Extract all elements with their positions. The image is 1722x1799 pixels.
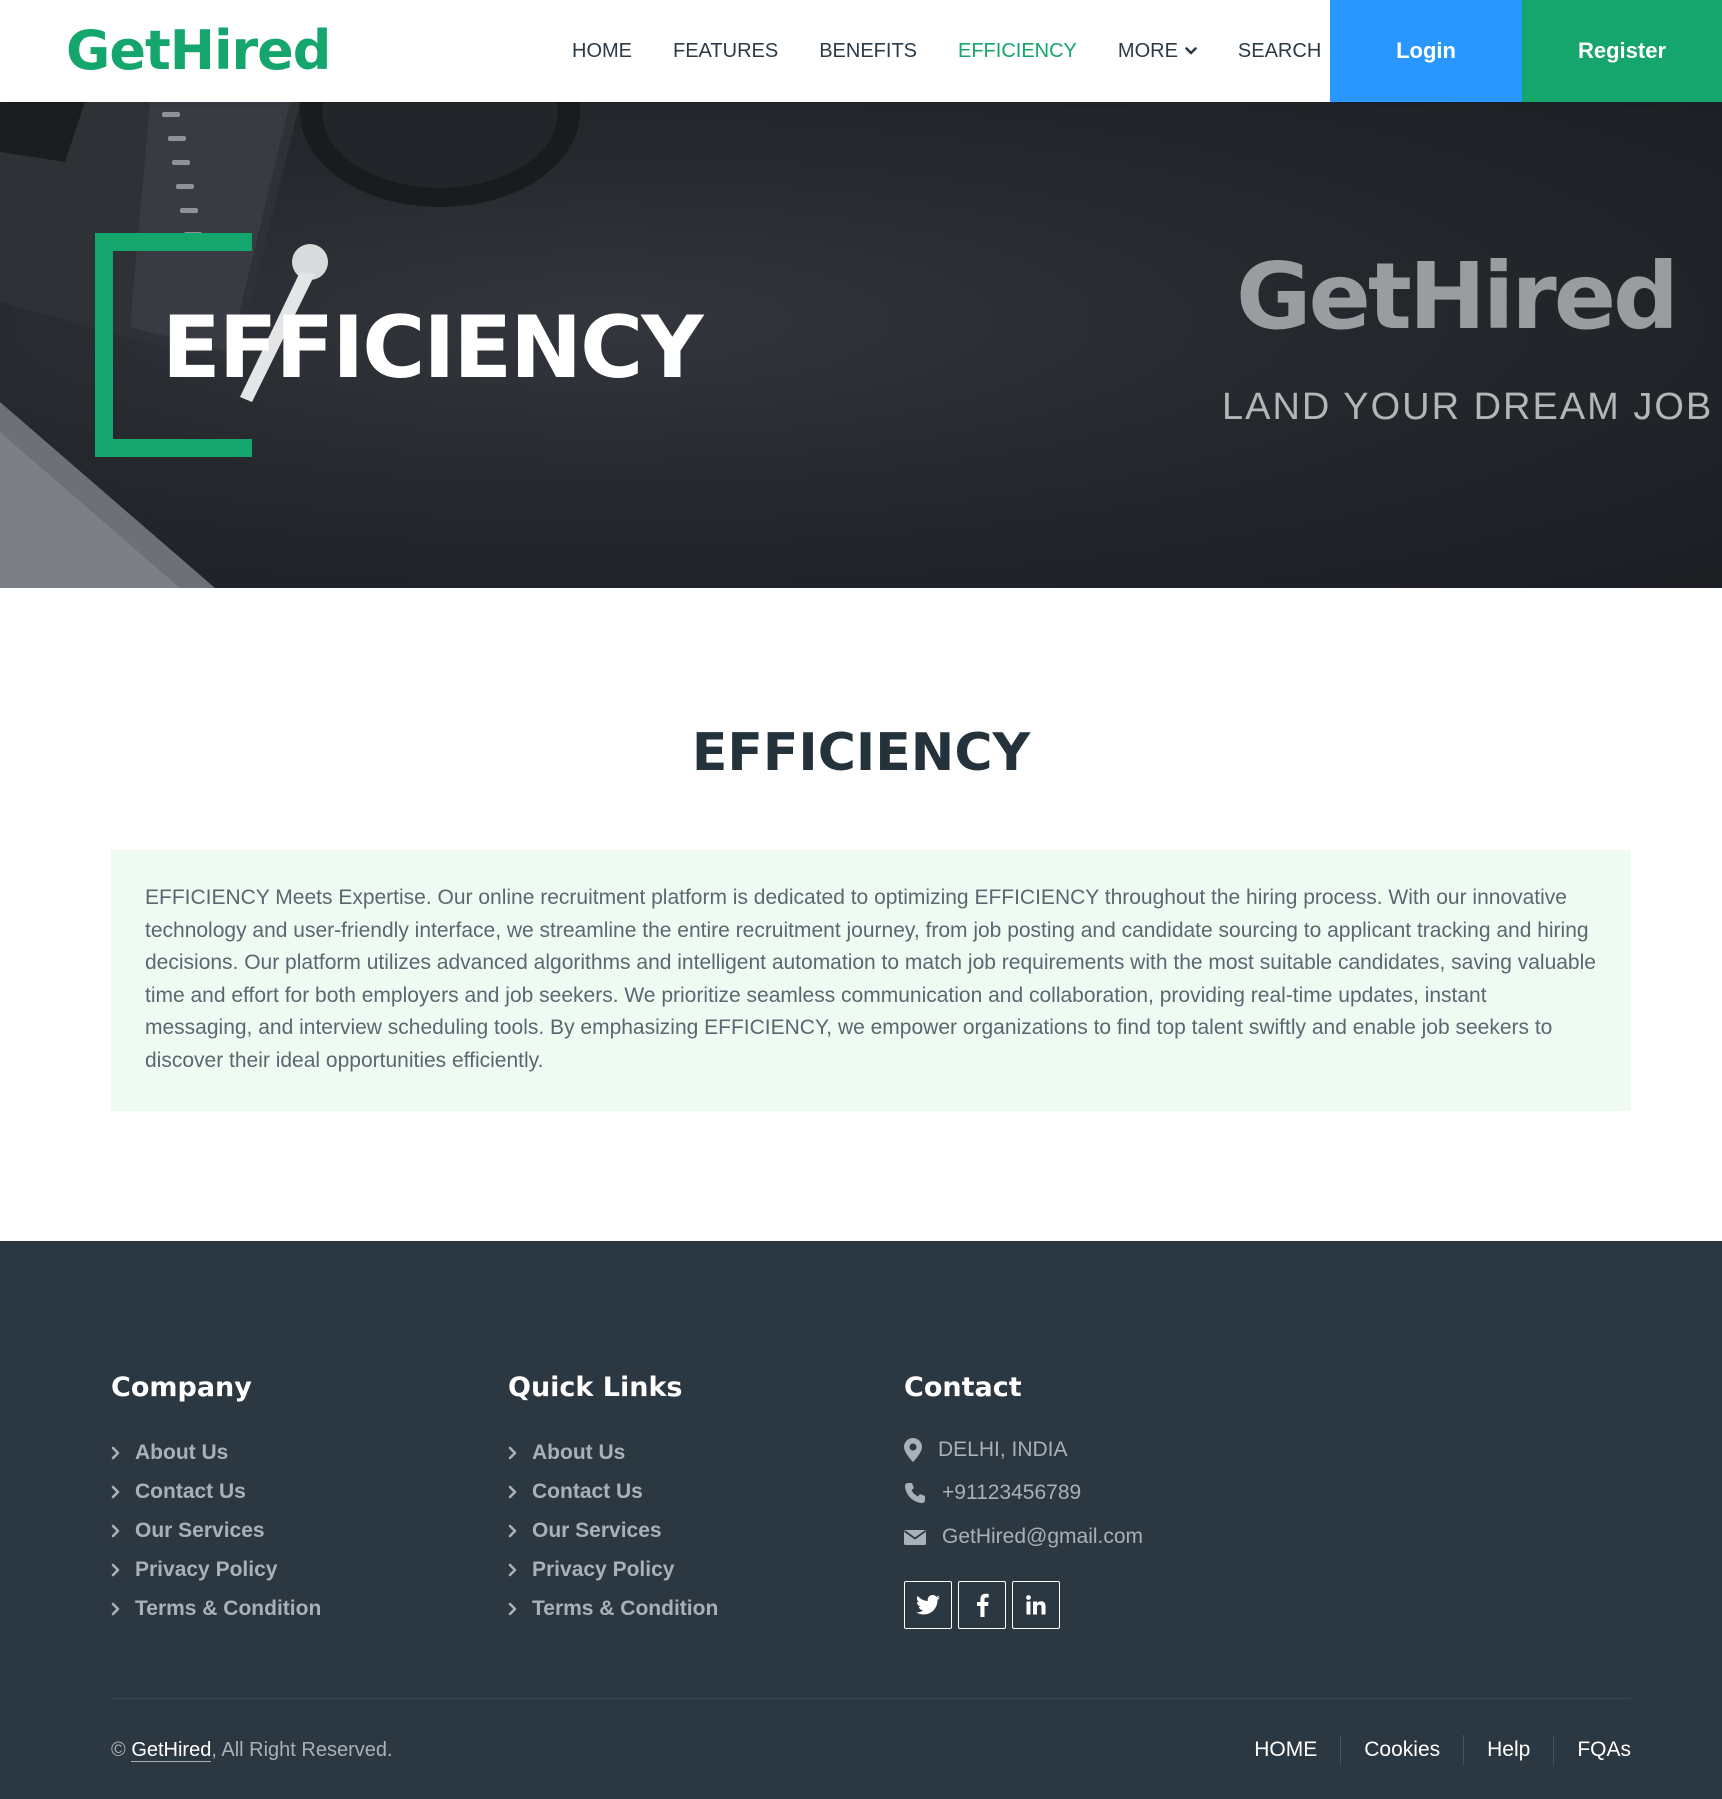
copyright-brand-link[interactable]: GetHired	[131, 1739, 212, 1762]
hero-banner: EFFICIENCY GetHired LAND YOUR DREAM JOB	[0, 102, 1722, 588]
linkedin-icon	[1026, 1595, 1046, 1615]
footer-company-link-privacy[interactable]: Privacy Policy	[111, 1550, 321, 1589]
link-label: Privacy Policy	[135, 1557, 278, 1581]
chevron-right-icon	[508, 1446, 517, 1459]
contact-phone-text[interactable]: +91123456789	[942, 1481, 1081, 1505]
footer-quick-links: About Us Contact Us Our Services Privacy…	[508, 1433, 718, 1628]
chevron-right-icon	[111, 1485, 120, 1498]
contact-phone: +91123456789	[904, 1481, 1081, 1505]
nav-features-label: FEATURES	[673, 39, 779, 62]
footer: Company About Us Contact Us Our Services…	[0, 1241, 1722, 1799]
chevron-right-icon	[508, 1563, 517, 1576]
login-button[interactable]: Login	[1330, 0, 1522, 102]
nav-benefits[interactable]: BENEFITS	[819, 40, 917, 63]
facebook-button[interactable]	[958, 1581, 1006, 1629]
main-nav: HOME FEATURES BENEFITS EFFICIENCY MORE S…	[572, 0, 1362, 102]
footer-quick-link-contact[interactable]: Contact Us	[508, 1472, 718, 1511]
footer-quick-link-services[interactable]: Our Services	[508, 1511, 718, 1550]
nav-home-label: HOME	[572, 39, 632, 62]
navbar: GetHired HOME FEATURES BENEFITS EFFICIEN…	[0, 0, 1722, 102]
footer-quick-links-title: Quick Links	[508, 1372, 683, 1403]
footer-company-link-about[interactable]: About Us	[111, 1433, 321, 1472]
hero-title: EFFICIENCY	[162, 298, 703, 398]
chevron-right-icon	[508, 1485, 517, 1498]
footer-company-link-contact[interactable]: Contact Us	[111, 1472, 321, 1511]
twitter-icon	[916, 1595, 940, 1615]
footer-divider	[111, 1698, 1631, 1699]
link-label: Privacy Policy	[532, 1557, 675, 1581]
nav-efficiency-label: EFFICIENCY	[958, 39, 1077, 62]
nav-home[interactable]: HOME	[572, 40, 632, 63]
link-label: About Us	[532, 1440, 626, 1464]
hero-brand-text: GetHired	[1235, 243, 1679, 350]
linkedin-button[interactable]	[1012, 1581, 1060, 1629]
nav-more-label: MORE	[1117, 39, 1178, 62]
footer-contact-title: Contact	[904, 1372, 1022, 1403]
footer-quick-link-about[interactable]: About Us	[508, 1433, 718, 1472]
footer-link-faqs[interactable]: FQAs	[1553, 1735, 1631, 1765]
link-label: Our Services	[532, 1518, 662, 1542]
chevron-right-icon	[111, 1602, 120, 1615]
copyright-text: , All Right Reserved.	[211, 1739, 393, 1761]
link-label: Terms & Condition	[135, 1596, 322, 1620]
chevron-right-icon	[111, 1524, 120, 1537]
content-card: EFFICIENCY Meets Expertise. Our online r…	[111, 850, 1631, 1111]
footer-company-title: Company	[111, 1372, 252, 1403]
footer-bottom-nav: HOME Cookies Help FQAs	[1231, 1735, 1631, 1765]
chevron-down-icon	[1185, 47, 1197, 55]
link-label: Contact Us	[135, 1479, 246, 1503]
section-title: EFFICIENCY	[691, 723, 1031, 783]
footer-company-link-services[interactable]: Our Services	[111, 1511, 321, 1550]
chevron-right-icon	[111, 1446, 120, 1459]
footer-link-home[interactable]: HOME	[1231, 1735, 1340, 1765]
chevron-right-icon	[508, 1524, 517, 1537]
nav-features[interactable]: FEATURES	[673, 40, 778, 63]
content-body: EFFICIENCY Meets Expertise. Our online r…	[145, 886, 1596, 1072]
register-button[interactable]: Register	[1522, 0, 1722, 102]
map-marker-icon	[904, 1438, 922, 1462]
footer-link-help[interactable]: Help	[1463, 1735, 1553, 1765]
site-logo[interactable]: GetHired	[66, 18, 331, 84]
envelope-icon	[904, 1530, 926, 1545]
link-label: Contact Us	[532, 1479, 643, 1503]
link-label: Our Services	[135, 1518, 265, 1542]
copyright: © GetHired, All Right Reserved.	[111, 1735, 393, 1765]
footer-company-link-terms[interactable]: Terms & Condition	[111, 1589, 321, 1628]
chevron-right-icon	[111, 1563, 120, 1576]
footer-quick-link-terms[interactable]: Terms & Condition	[508, 1589, 718, 1628]
footer-quick-link-privacy[interactable]: Privacy Policy	[508, 1550, 718, 1589]
contact-email-text[interactable]: GetHired@gmail.com	[942, 1525, 1143, 1549]
social-links	[904, 1581, 1066, 1629]
nav-efficiency[interactable]: EFFICIENCY	[958, 40, 1077, 63]
footer-link-cookies[interactable]: Cookies	[1340, 1735, 1463, 1765]
nav-more-dropdown[interactable]: MORE	[1118, 40, 1197, 63]
nav-search[interactable]: SEARCH	[1238, 40, 1321, 63]
link-label: Terms & Condition	[532, 1596, 719, 1620]
hero-tagline: LAND YOUR DREAM JOB	[1222, 386, 1714, 428]
link-label: About Us	[135, 1440, 229, 1464]
copyright-symbol: ©	[111, 1739, 126, 1761]
twitter-button[interactable]	[904, 1581, 952, 1629]
facebook-icon	[976, 1593, 989, 1617]
contact-location: DELHI, INDIA	[904, 1438, 1068, 1462]
phone-icon	[905, 1483, 925, 1503]
nav-search-label: SEARCH	[1237, 39, 1322, 62]
contact-email: GetHired@gmail.com	[904, 1525, 1143, 1549]
contact-location-text: DELHI, INDIA	[938, 1438, 1068, 1461]
footer-company-links: About Us Contact Us Our Services Privacy…	[111, 1433, 321, 1628]
nav-benefits-label: BENEFITS	[819, 39, 917, 62]
chevron-right-icon	[508, 1602, 517, 1615]
